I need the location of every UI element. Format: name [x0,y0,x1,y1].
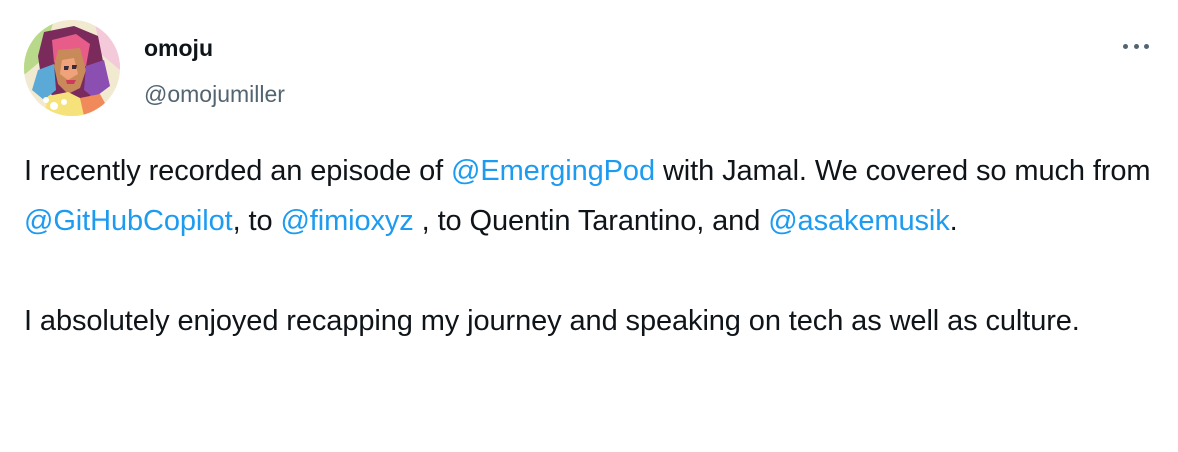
avatar[interactable] [24,20,120,116]
tweet-text: I recently recorded an episode of @Emerg… [24,146,1159,346]
more-horizontal-icon [1123,43,1128,49]
author-names: omoju @omojumiller [144,20,285,108]
mention-link[interactable]: @EmergingPod [451,155,655,187]
tweet-paragraph: I absolutely enjoyed recapping my journe… [24,305,1080,337]
author-handle[interactable]: @omojumiller [144,80,285,108]
tweet-paragraph: I recently recorded an episode of @Emerg… [24,146,1159,246]
tweet-card: omoju @omojumiller I recently recorded a… [0,0,1178,452]
more-horizontal-icon [1144,43,1149,49]
tweet-header: omoju @omojumiller [24,20,285,116]
author-display-name[interactable]: omoju [144,34,285,62]
mention-link[interactable]: @GitHubCopilot [24,205,233,237]
more-horizontal-icon [1133,43,1139,49]
more-button[interactable] [1118,36,1154,56]
mention-link[interactable]: @fimioxyz [280,205,413,237]
tweet-text-segment: , to Quentin Tarantino, and [413,205,769,237]
tweet-text-segment: I recently recorded an episode of [24,155,452,187]
pop-art-portrait-avatar-icon [24,20,120,116]
mention-link[interactable]: @asakemusik [768,205,950,237]
tweet-text-segment: . [949,205,958,237]
tweet-text-segment: , to [232,205,281,237]
tweet-text-segment: with Jamal. We covered so much from [654,155,1151,187]
